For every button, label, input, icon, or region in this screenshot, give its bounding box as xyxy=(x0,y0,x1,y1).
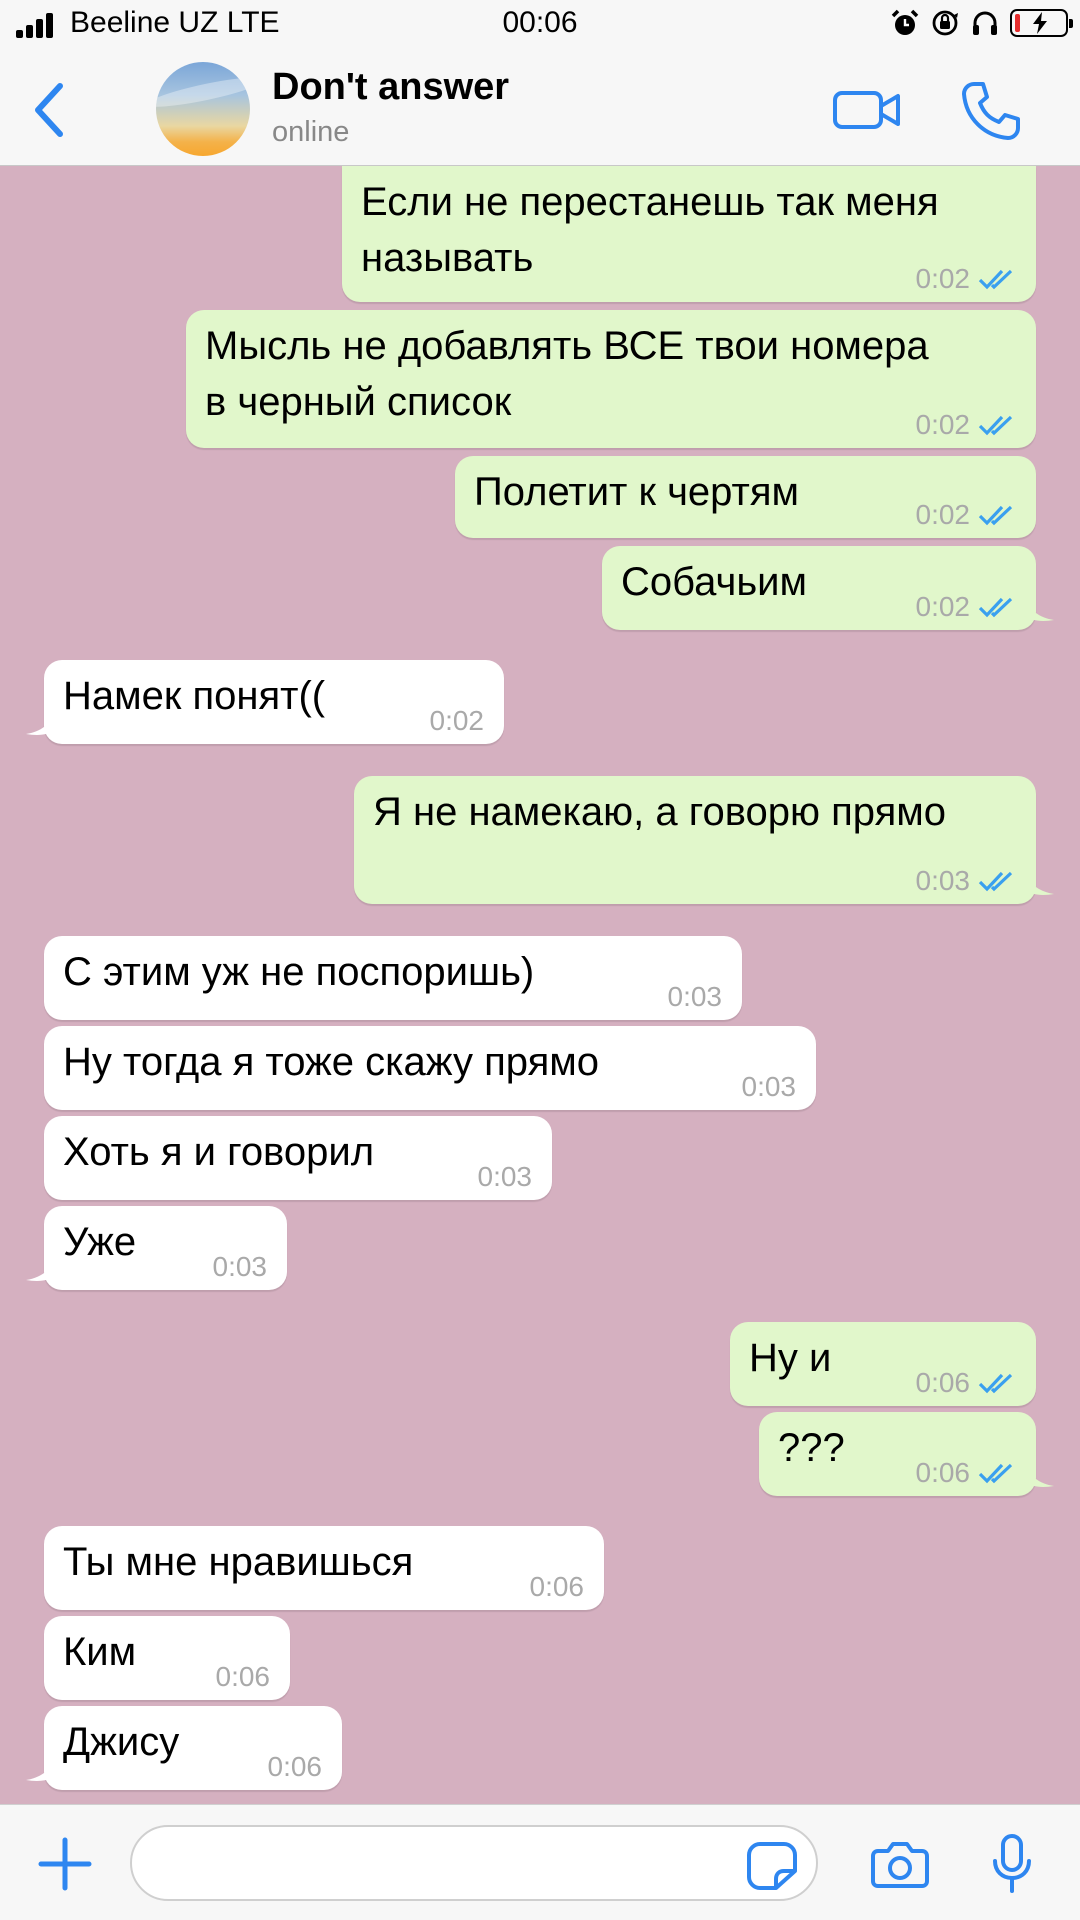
read-checkmarks-icon xyxy=(978,597,1013,618)
bubble-tail xyxy=(1024,596,1054,621)
message-time: 0:02 xyxy=(915,591,971,622)
bubble-tail xyxy=(1024,870,1054,895)
message-text: Я не намекаю, а говорю прямо xyxy=(373,790,946,834)
read-checkmarks-icon xyxy=(978,1373,1013,1394)
read-checkmarks-icon xyxy=(978,415,1013,436)
orientation-lock-icon xyxy=(932,10,958,36)
plus-icon[interactable] xyxy=(38,1837,92,1891)
signal-icon xyxy=(16,12,58,38)
read-checkmarks-icon xyxy=(978,505,1013,526)
phone-icon[interactable] xyxy=(960,80,1022,142)
message-text: Ты мне нравишься xyxy=(63,1540,414,1584)
message-bubble[interactable]: Собачьим 0:02 xyxy=(602,546,1054,630)
message-bubble[interactable]: Ну и 0:06 xyxy=(730,1322,1036,1406)
message-text: С этим уж не поспоришь) xyxy=(63,950,535,994)
message-time: 0:02 xyxy=(915,409,971,440)
sticker-icon[interactable] xyxy=(746,1841,798,1891)
message-time: 0:03 xyxy=(212,1251,268,1282)
input-bar xyxy=(0,1804,1080,1920)
message-time: 0:03 xyxy=(741,1071,797,1102)
bubble-tail xyxy=(26,1256,56,1281)
status-icons xyxy=(890,8,1073,38)
battery-charging-icon xyxy=(1010,9,1073,37)
message-time: 0:03 xyxy=(667,981,723,1012)
video-camera-icon[interactable] xyxy=(832,88,902,132)
message-time: 0:06 xyxy=(215,1661,271,1692)
camera-icon[interactable] xyxy=(870,1839,930,1889)
carrier-label: Beeline UZ LTE xyxy=(70,6,280,39)
message-text: Ну тогда я тоже скажу прямо xyxy=(63,1040,599,1084)
message-bubble[interactable]: Ким 0:06 xyxy=(44,1616,290,1700)
message-bubble[interactable]: Мысль не добавлять ВСЕ твои номера в чер… xyxy=(186,310,1036,448)
message-text: Хоть я и говорил xyxy=(63,1130,375,1174)
message-bubble[interactable]: Уже 0:03 xyxy=(26,1206,287,1290)
message-bubble[interactable]: ??? 0:06 xyxy=(759,1412,1054,1496)
alarm-icon xyxy=(891,9,919,35)
message-text: Намек понят(( xyxy=(63,674,326,718)
message-time: 0:06 xyxy=(915,1367,971,1398)
message-time: 0:06 xyxy=(267,1751,323,1782)
message-time: 0:06 xyxy=(915,1457,971,1488)
message-bubble[interactable]: Хоть я и говорил 0:03 xyxy=(44,1116,552,1200)
avatar[interactable] xyxy=(156,62,250,156)
message-bubble[interactable]: Джису 0:06 xyxy=(26,1706,342,1790)
message-bubble[interactable]: Намек понят(( 0:02 xyxy=(26,660,504,744)
headphones-icon xyxy=(973,11,997,35)
message-bubble[interactable]: Я не намекаю, а говорю прямо 0:03 xyxy=(354,776,1054,904)
microphone-icon[interactable] xyxy=(990,1833,1034,1895)
bubble-tail xyxy=(26,1756,56,1781)
message-time: 0:02 xyxy=(429,705,485,736)
chat-header: Don't answer online xyxy=(0,50,1080,166)
contact-name[interactable]: Don't answer xyxy=(272,66,509,109)
message-time: 0:06 xyxy=(529,1571,585,1602)
bubble-tail xyxy=(26,710,56,735)
read-checkmarks-icon xyxy=(978,269,1013,290)
message-text: Мысль не добавлять ВСЕ твои номера в чер… xyxy=(205,324,929,424)
message-input[interactable] xyxy=(130,1825,818,1901)
message-time: 0:03 xyxy=(477,1161,533,1192)
message-bubble[interactable]: Ты мне нравишься 0:06 xyxy=(44,1526,604,1610)
message-time: 0:02 xyxy=(915,499,971,530)
message-list[interactable]: Если не перестанешь так меня называть 0:… xyxy=(0,166,1080,1804)
bubble-tail xyxy=(1024,1462,1054,1487)
message-time: 0:02 xyxy=(915,263,971,294)
message-bubble[interactable]: Ну тогда я тоже скажу прямо 0:03 xyxy=(44,1026,816,1110)
status-bar: Beeline UZ LTE 00:06 xyxy=(0,0,1080,50)
read-checkmarks-icon xyxy=(978,1463,1013,1484)
chevron-left-icon[interactable] xyxy=(28,80,72,140)
message-bubble[interactable]: Если не перестанешь так меня называть 0:… xyxy=(342,166,1036,302)
read-checkmarks-icon xyxy=(978,871,1013,892)
message-time: 0:03 xyxy=(915,865,971,896)
message-bubble[interactable]: С этим уж не поспоришь) 0:03 xyxy=(44,936,742,1020)
message-bubble[interactable]: Полетит к чертям 0:02 xyxy=(455,456,1036,538)
contact-status: online xyxy=(272,116,350,148)
